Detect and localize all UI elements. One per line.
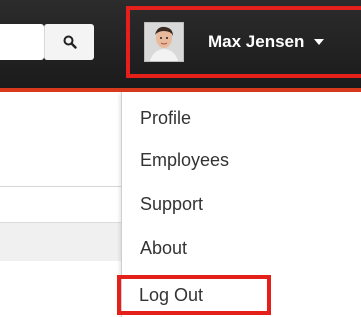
menu-item-about[interactable]: About <box>140 238 187 259</box>
user-name: Max Jensen <box>208 32 305 51</box>
top-navbar: Max Jensen <box>0 0 361 88</box>
menu-item-employees[interactable]: Employees <box>140 150 229 171</box>
search-input[interactable] <box>0 24 44 60</box>
caret-down-icon <box>314 39 325 45</box>
user-menu-toggle[interactable]: Max Jensen <box>126 6 361 78</box>
content-band <box>0 222 140 261</box>
content-divider <box>0 186 140 187</box>
menu-item-support[interactable]: Support <box>140 194 203 215</box>
menu-item-profile[interactable]: Profile <box>140 108 191 129</box>
search-button[interactable] <box>44 24 94 60</box>
menu-item-log-out[interactable]: Log Out <box>139 285 203 306</box>
magnifier-icon <box>63 35 77 49</box>
avatar <box>144 22 184 62</box>
